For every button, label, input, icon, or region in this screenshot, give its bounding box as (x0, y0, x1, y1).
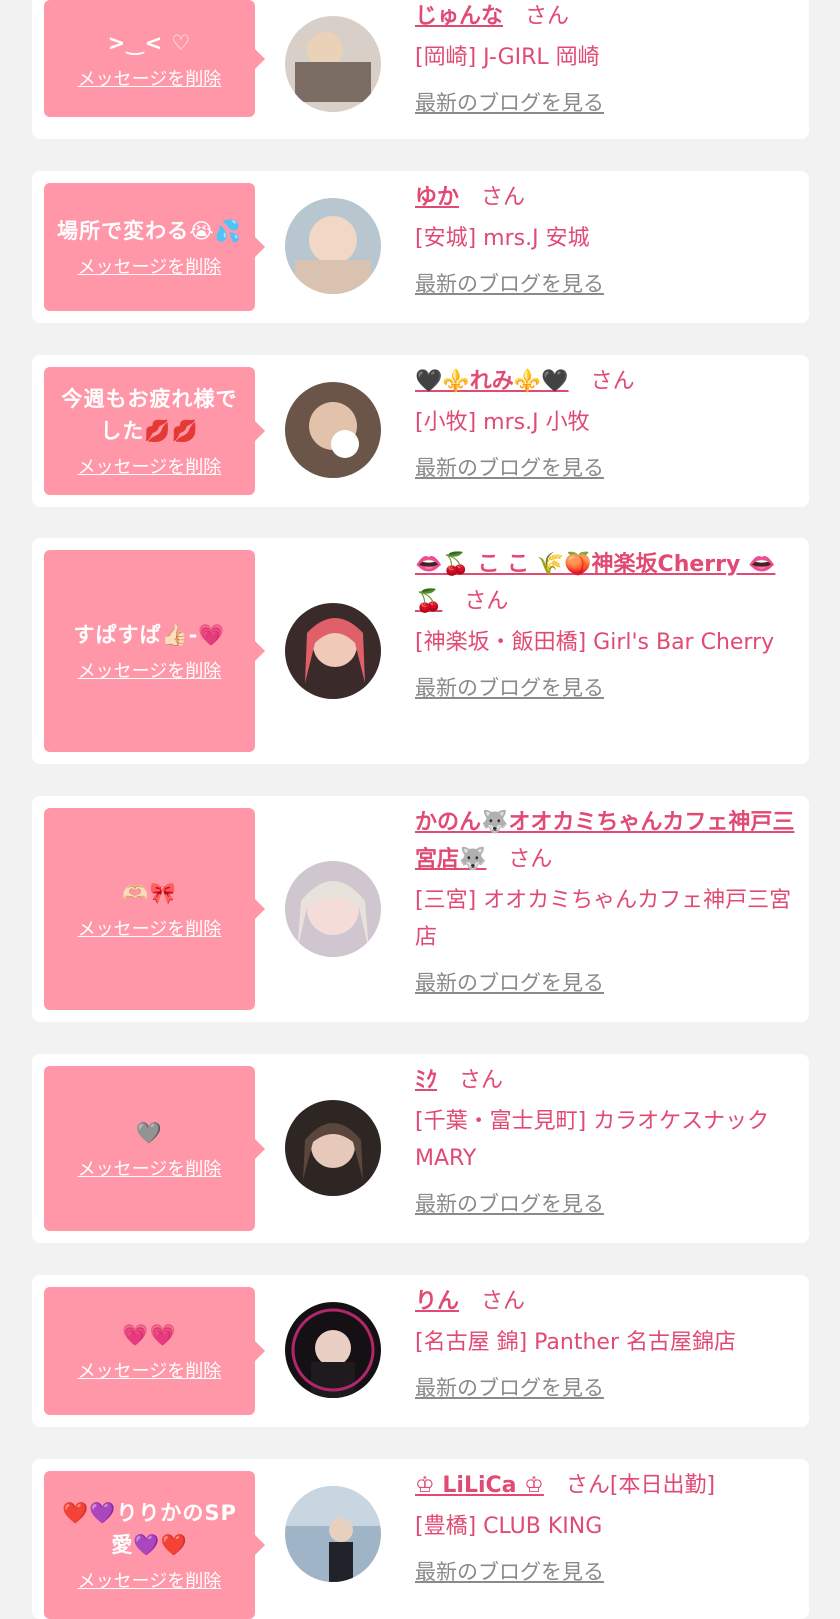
avatar-photo (285, 382, 381, 478)
avatar[interactable] (285, 1302, 381, 1398)
message-bubble: すぱすぱ👍🏻-💗 メッセージを削除 (44, 550, 265, 752)
shop-name: [神楽坂・飯田橋] Girl's Bar Cherry (415, 630, 775, 655)
delete-message-button[interactable]: メッセージを削除 (78, 65, 222, 91)
list-item: 💗💗 メッセージを削除 りん さん [名古屋 錦] Panther 名古屋錦店 最… (32, 1275, 809, 1427)
profile-name-link[interactable]: ゆか (415, 185, 459, 210)
list-item: 場所で変わる😭💦 メッセージを削除 ゆか さん [安城] mrs.J 安城 最新の… (32, 171, 809, 323)
avatar[interactable] (285, 1486, 381, 1582)
avatar-photo (285, 198, 381, 294)
blog-link[interactable]: 最新のブログを見る (415, 269, 604, 299)
profile-name-link[interactable]: ﾐｸ (415, 1068, 437, 1093)
message-bubble: >‿< ♡ メッセージを削除 (44, 0, 265, 117)
message-text: >‿< ♡ (107, 30, 192, 55)
blog-link[interactable]: 最新のブログを見る (415, 968, 604, 998)
delete-message-button[interactable]: メッセージを削除 (78, 657, 222, 683)
list-item: ❤️💜りりかのSP愛💜❤️ メッセージを削除 ♔ LiLiCa ♔ さん[本日出勤… (32, 1459, 809, 1619)
profile-info: じゅんな さん [岡崎] J-GIRL 岡崎 最新のブログを見る (415, 0, 795, 118)
list-item: >‿< ♡ メッセージを削除 じゅんな さん [岡崎] J-GIRL 岡崎 最新の… (32, 0, 809, 139)
message-bubble: 🫶🏻🎀 メッセージを削除 (44, 808, 265, 1010)
blog-link[interactable]: 最新のブログを見る (415, 673, 604, 703)
message-text: 今週もお疲れ様でした💋💋 (61, 387, 238, 443)
favorite-message-list: >‿< ♡ メッセージを削除 じゅんな さん [岡崎] J-GIRL 岡崎 最新の… (0, 0, 840, 1619)
message-bubble: 場所で変わる😭💦 メッセージを削除 (44, 183, 265, 311)
profile-info: りん さん [名古屋 錦] Panther 名古屋錦店 最新のブログを見る (415, 1283, 795, 1403)
profile-info: かのん🐺オオカミちゃんカフェ神戸三宮店🐺 さん [三宮] オオカミちゃんカフェ神戸… (415, 804, 795, 998)
blog-link[interactable]: 最新のブログを見る (415, 1189, 604, 1219)
message-text: ❤️💜りりかのSP愛💜❤️ (62, 1501, 237, 1557)
profile-name-link[interactable]: りん (415, 1289, 459, 1314)
shop-name: [岡崎] J-GIRL 岡崎 (415, 45, 600, 70)
message-bubble: ❤️💜りりかのSP愛💜❤️ メッセージを削除 (44, 1471, 265, 1619)
honorific: さん (525, 4, 570, 29)
message-text: 🩶 (135, 1120, 164, 1145)
message-text: 💗💗 (122, 1323, 177, 1347)
delete-message-button[interactable]: メッセージを削除 (78, 253, 222, 279)
avatar-photo (285, 1302, 381, 1398)
profile-info: ♔ LiLiCa ♔ さん[本日出勤] [豊橋] CLUB KING 最新のブログ… (415, 1467, 795, 1587)
message-bubble: 🩶 メッセージを削除 (44, 1066, 265, 1231)
blog-link[interactable]: 最新のブログを見る (415, 1557, 604, 1587)
profile-info: 👄🍒 こ こ 🌾🍑神楽坂Cherry 👄🍒 さん [神楽坂・飯田橋] Girl's… (415, 546, 795, 703)
list-item: 🫶🏻🎀 メッセージを削除 かのん🐺オオカミちゃんカフェ神戸三宮店🐺 さん [三宮]… (32, 796, 809, 1022)
message-text: 場所で変わる😭💦 (57, 219, 242, 243)
avatar[interactable] (285, 16, 381, 112)
shop-name: [豊橋] CLUB KING (415, 1514, 603, 1539)
honorific: さん (464, 589, 509, 614)
avatar[interactable] (285, 1100, 381, 1196)
avatar-photo (285, 603, 381, 699)
shop-name: [名古屋 錦] Panther 名古屋錦店 (415, 1330, 736, 1355)
avatar[interactable] (285, 198, 381, 294)
blog-link[interactable]: 最新のブログを見る (415, 88, 604, 118)
profile-info: ﾐｸ さん [千葉・富士見町] カラオケスナック MARY 最新のブログを見る (415, 1062, 795, 1219)
message-bubble: 今週もお疲れ様でした💋💋 メッセージを削除 (44, 367, 265, 495)
blog-link[interactable]: 最新のブログを見る (415, 1373, 604, 1403)
profile-name-link[interactable]: 🖤⚜️れみ⚜️🖤 (415, 369, 569, 394)
delete-message-button[interactable]: メッセージを削除 (78, 453, 222, 479)
avatar[interactable] (285, 861, 381, 957)
status-note: [本日出勤] (609, 1473, 716, 1498)
shop-name: [千葉・富士見町] カラオケスナック MARY (415, 1109, 770, 1171)
avatar[interactable] (285, 382, 381, 478)
shop-name: [安城] mrs.J 安城 (415, 226, 590, 251)
message-text: すぱすぱ👍🏻-💗 (73, 623, 226, 647)
delete-message-button[interactable]: メッセージを削除 (78, 1567, 222, 1593)
profile-name-link[interactable]: じゅんな (415, 4, 503, 29)
list-item: 🩶 メッセージを削除 ﾐｸ さん [千葉・富士見町] カラオケスナック MARY … (32, 1054, 809, 1243)
delete-message-button[interactable]: メッセージを削除 (78, 1357, 222, 1383)
avatar-photo (285, 1486, 381, 1582)
avatar-photo (285, 1100, 381, 1196)
honorific: さん (481, 185, 526, 210)
honorific: さん (481, 1289, 526, 1314)
delete-message-button[interactable]: メッセージを削除 (78, 1155, 222, 1181)
message-text: 🫶🏻🎀 (122, 881, 177, 905)
shop-name: [小牧] mrs.J 小牧 (415, 410, 590, 435)
honorific: さん (459, 1068, 504, 1093)
honorific: さん (590, 369, 635, 394)
honorific: さん (508, 847, 553, 872)
profile-name-link[interactable]: ♔ LiLiCa ♔ (415, 1473, 544, 1498)
list-item: 今週もお疲れ様でした💋💋 メッセージを削除 🖤⚜️れみ⚜️🖤 さん [小牧] mr… (32, 355, 809, 507)
avatar[interactable] (285, 603, 381, 699)
profile-name-link[interactable]: かのん🐺オオカミちゃんカフェ神戸三宮店🐺 (415, 810, 794, 872)
honorific: さん (565, 1473, 610, 1498)
avatar-photo (285, 861, 381, 957)
message-bubble: 💗💗 メッセージを削除 (44, 1287, 265, 1415)
avatar-photo (285, 16, 381, 112)
list-item: すぱすぱ👍🏻-💗 メッセージを削除 👄🍒 こ こ 🌾🍑神楽坂Cherry 👄🍒 さ… (32, 538, 809, 764)
profile-info: ゆか さん [安城] mrs.J 安城 最新のブログを見る (415, 179, 795, 299)
shop-name: [三宮] オオカミちゃんカフェ神戸三宮店 (415, 888, 792, 950)
delete-message-button[interactable]: メッセージを削除 (78, 915, 222, 941)
blog-link[interactable]: 最新のブログを見る (415, 453, 604, 483)
profile-info: 🖤⚜️れみ⚜️🖤 さん [小牧] mrs.J 小牧 最新のブログを見る (415, 363, 795, 483)
